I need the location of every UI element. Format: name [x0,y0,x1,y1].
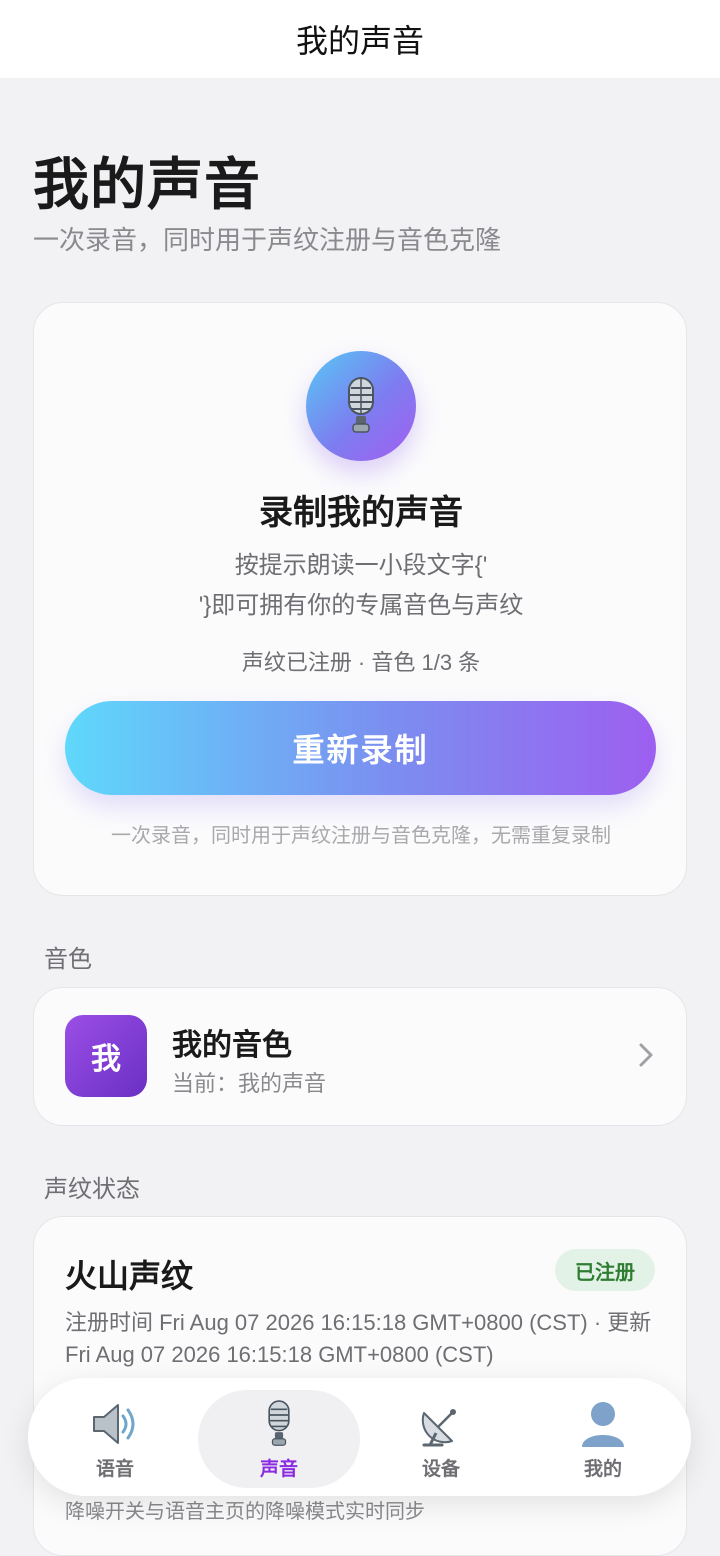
chevron-right-icon [639,1043,653,1067]
rerecord-button-label: 重新录制 [292,732,429,768]
page-subtitle: 一次录音，同时用于声纹注册与音色克隆 [33,225,502,255]
voiceprint-meta: 注册时间 Fri Aug 07 2026 16:15:18 GMT+0800 (… [65,1310,652,1367]
noise-reduction-note: 降噪开关与语音主页的降噪模式实时同步 [65,1501,425,1523]
voiceprint-title: 火山声纹 [65,1258,194,1294]
timbre-avatar-text: 我 [91,1043,121,1076]
registered-status-badge: 已注册 [555,1249,655,1291]
topbar-title: 我的声音 [295,23,424,59]
tab-voice-label: 语音 [95,1459,134,1480]
timbre-item[interactable]: 我 我的音色 当前：我的声音 [33,987,687,1126]
timbre-avatar: 我 [65,1015,147,1097]
microphone-icon [253,1398,305,1450]
microphone-icon [306,351,416,461]
tab-voice[interactable]: 语音 [34,1390,196,1488]
timbre-name: 我的音色 [172,1029,292,1062]
tab-me-label: 我的 [583,1459,622,1480]
record-hint: 一次录音，同时用于声纹注册与音色克隆，无需重复录制 [111,825,611,847]
speaker-icon [89,1398,141,1450]
tab-devices-label: 设备 [421,1459,460,1480]
record-description-line-2: '}即可拥有你的专属音色与声纹 [198,592,524,619]
page-title: 我的声音 [33,153,261,216]
tab-sound[interactable]: 声音 [198,1390,360,1488]
satellite-dish-icon [415,1398,467,1450]
record-status: 声纹已注册 · 音色 1/3 条 [241,650,481,675]
user-icon [577,1398,629,1450]
bottom-tab-bar: 语音 声音 设备 我的 [28,1378,691,1496]
timbre-section-label: 音色 [44,946,92,973]
timbre-current: 当前：我的声音 [172,1071,327,1096]
rerecord-button[interactable]: 重新录制 [65,701,656,795]
voiceprint-section-label: 声纹状态 [44,1176,140,1203]
tab-me[interactable]: 我的 [522,1390,684,1488]
tab-sound-label: 声音 [259,1459,298,1480]
top-navigation-bar: 我的声音 [0,0,720,78]
tab-devices[interactable]: 设备 [360,1390,522,1488]
record-description-line-1: 按提示朗读一小段文字{' [234,552,488,579]
record-title: 录制我的声音 [259,494,463,532]
record-card: 录制我的声音 按提示朗读一小段文字{' '}即可拥有你的专属音色与声纹 声纹已注… [33,302,687,896]
